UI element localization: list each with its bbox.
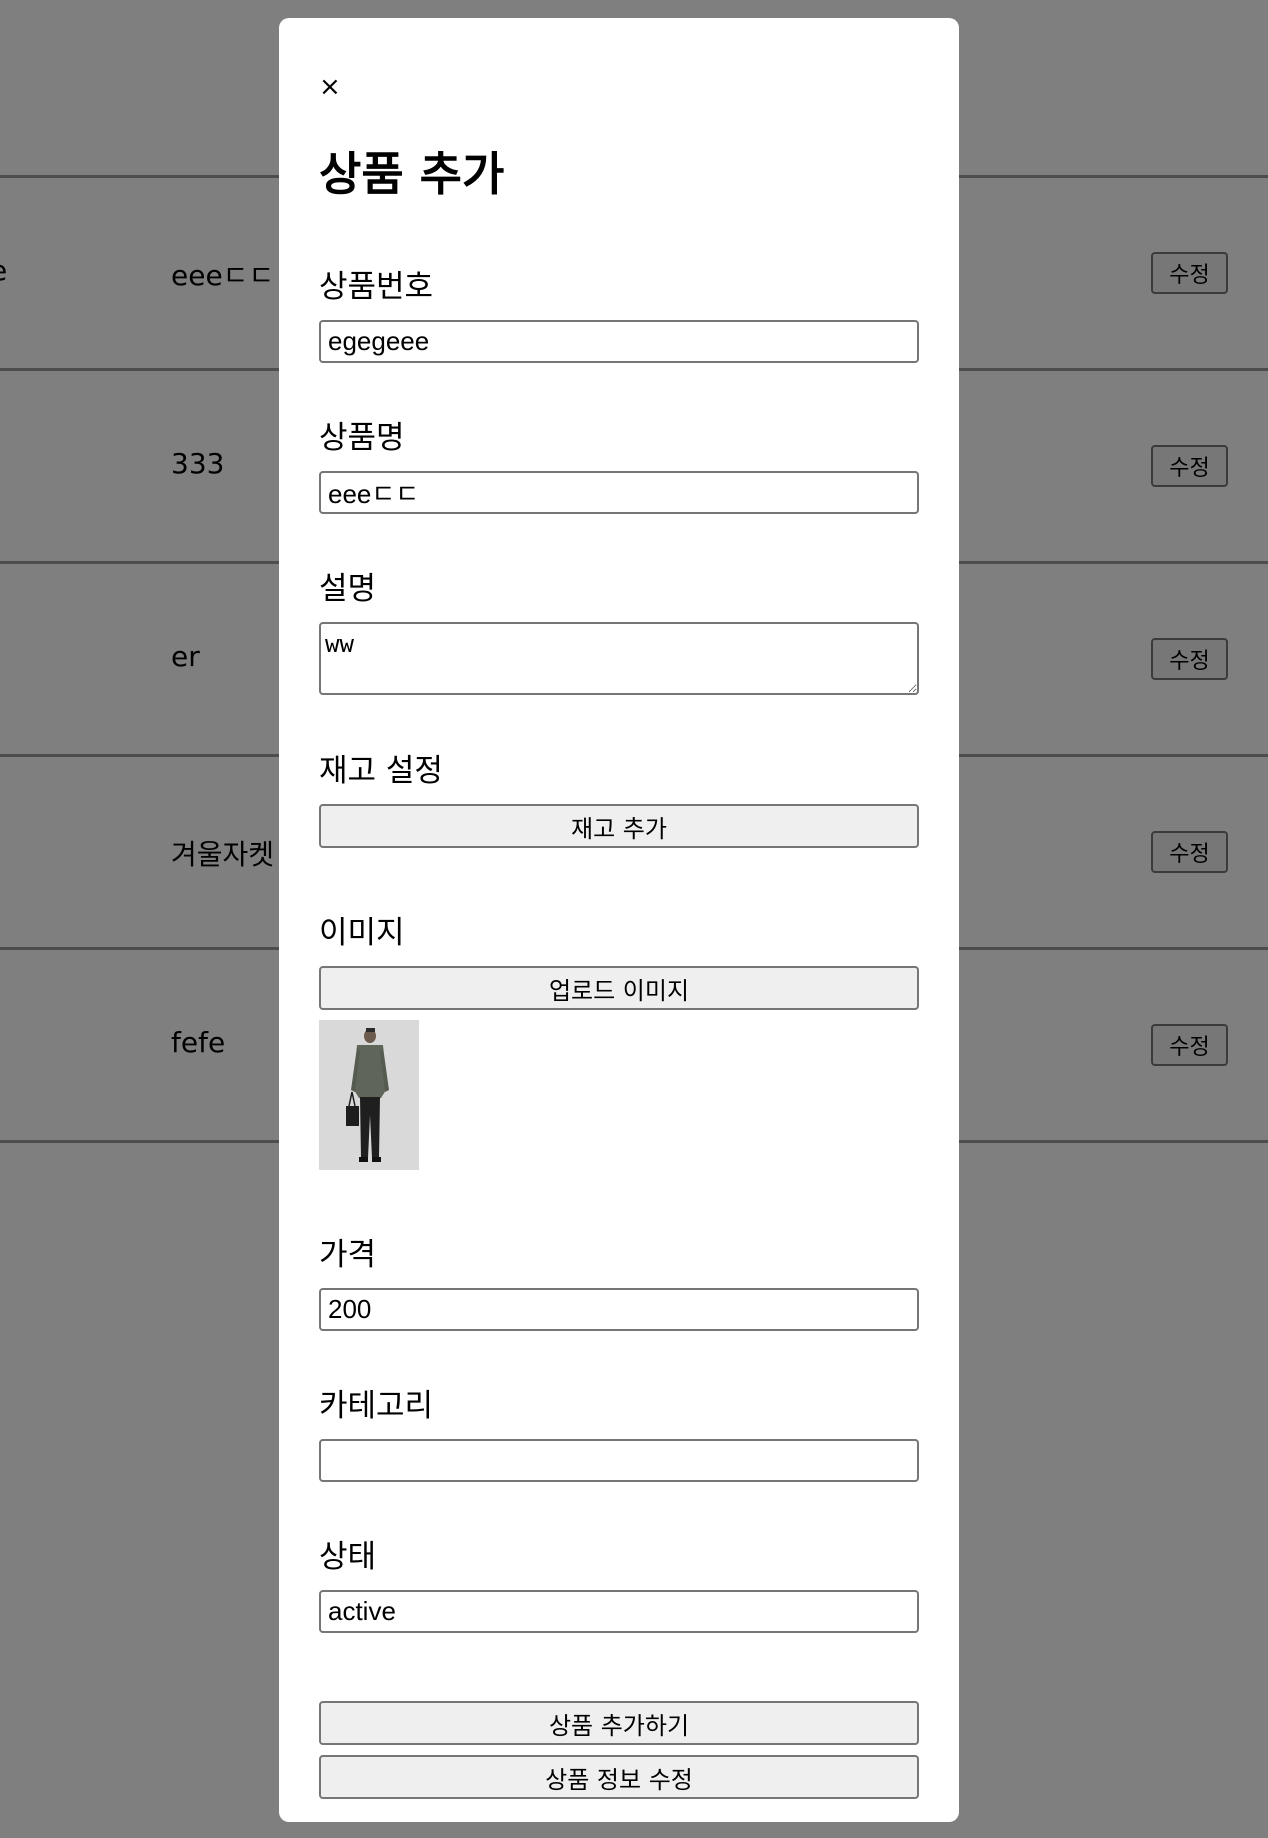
category-label: 카테고리 xyxy=(319,1388,434,1424)
price-input[interactable] xyxy=(319,1288,919,1331)
product-name-label: 상품명 xyxy=(319,420,405,456)
product-photo-image xyxy=(319,1020,419,1170)
upload-image-button[interactable]: 업로드 이미지 xyxy=(319,966,919,1010)
description-label: 설명 xyxy=(319,571,377,607)
price-label: 가격 xyxy=(319,1237,377,1273)
description-textarea[interactable]: ww xyxy=(319,622,919,695)
close-icon[interactable]: × xyxy=(319,74,341,100)
product-name-input[interactable] xyxy=(319,471,919,514)
category-input[interactable] xyxy=(319,1439,919,1482)
modal-title: 상품 추가 xyxy=(319,147,505,201)
product-number-label: 상품번호 xyxy=(319,269,434,305)
add-product-button[interactable]: 상품 추가하기 xyxy=(319,1701,919,1745)
status-label: 상태 xyxy=(319,1539,377,1575)
add-product-modal: × 상품 추가 상품번호 상품명 설명 ww 재고 설정 재고 추가 이미지 업… xyxy=(279,18,959,1822)
image-label: 이미지 xyxy=(319,915,405,951)
update-product-button[interactable]: 상품 정보 수정 xyxy=(319,1755,919,1799)
add-stock-button[interactable]: 재고 추가 xyxy=(319,804,919,848)
product-image-thumbnail xyxy=(319,1020,419,1170)
status-input[interactable] xyxy=(319,1590,919,1633)
stock-label: 재고 설정 xyxy=(319,753,443,789)
product-number-input[interactable] xyxy=(319,320,919,363)
